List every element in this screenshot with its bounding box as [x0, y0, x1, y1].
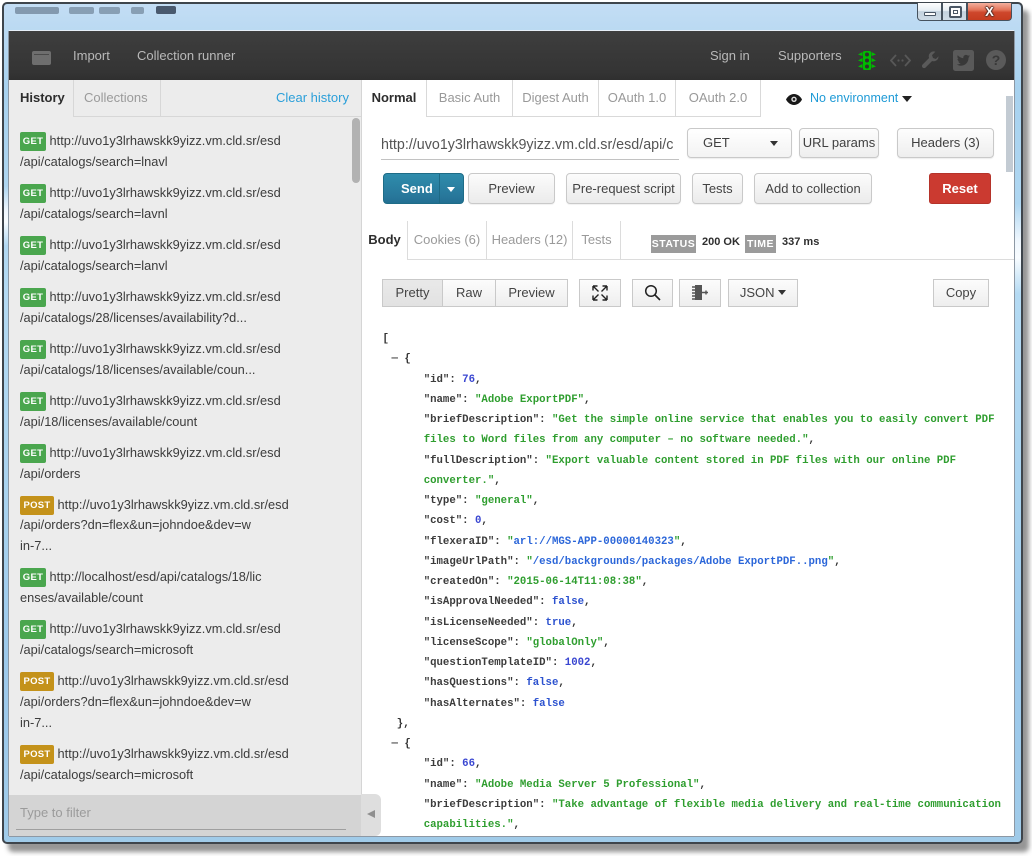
- svg-text:?: ?: [992, 52, 1001, 68]
